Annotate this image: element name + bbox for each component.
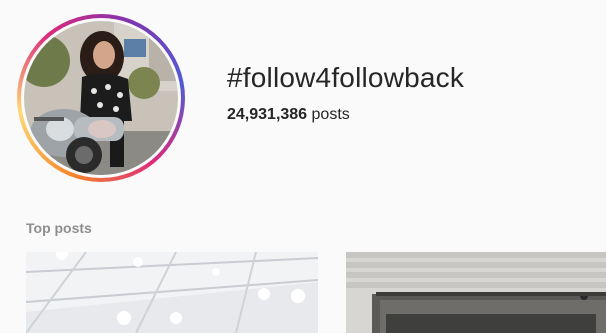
hashtag-avatar-ring[interactable] <box>17 14 185 182</box>
avatar-photo <box>24 21 178 175</box>
top-post-thumbnail[interactable] <box>346 252 606 333</box>
hashtag-header: #follow4followback 24,931,386 posts <box>0 0 606 200</box>
post-count: 24,931,386 posts <box>227 106 350 124</box>
hashtag-avatar[interactable] <box>24 21 178 175</box>
top-posts-label: Top posts <box>26 220 92 236</box>
avatar-gap <box>21 18 181 178</box>
post-count-suffix: posts <box>311 106 350 123</box>
post-image <box>346 252 606 333</box>
hashtag-title: #follow4followback <box>227 62 465 93</box>
post-count-number: 24,931,386 <box>227 106 308 123</box>
post-image <box>26 252 318 333</box>
top-post-thumbnail[interactable] <box>26 252 318 333</box>
